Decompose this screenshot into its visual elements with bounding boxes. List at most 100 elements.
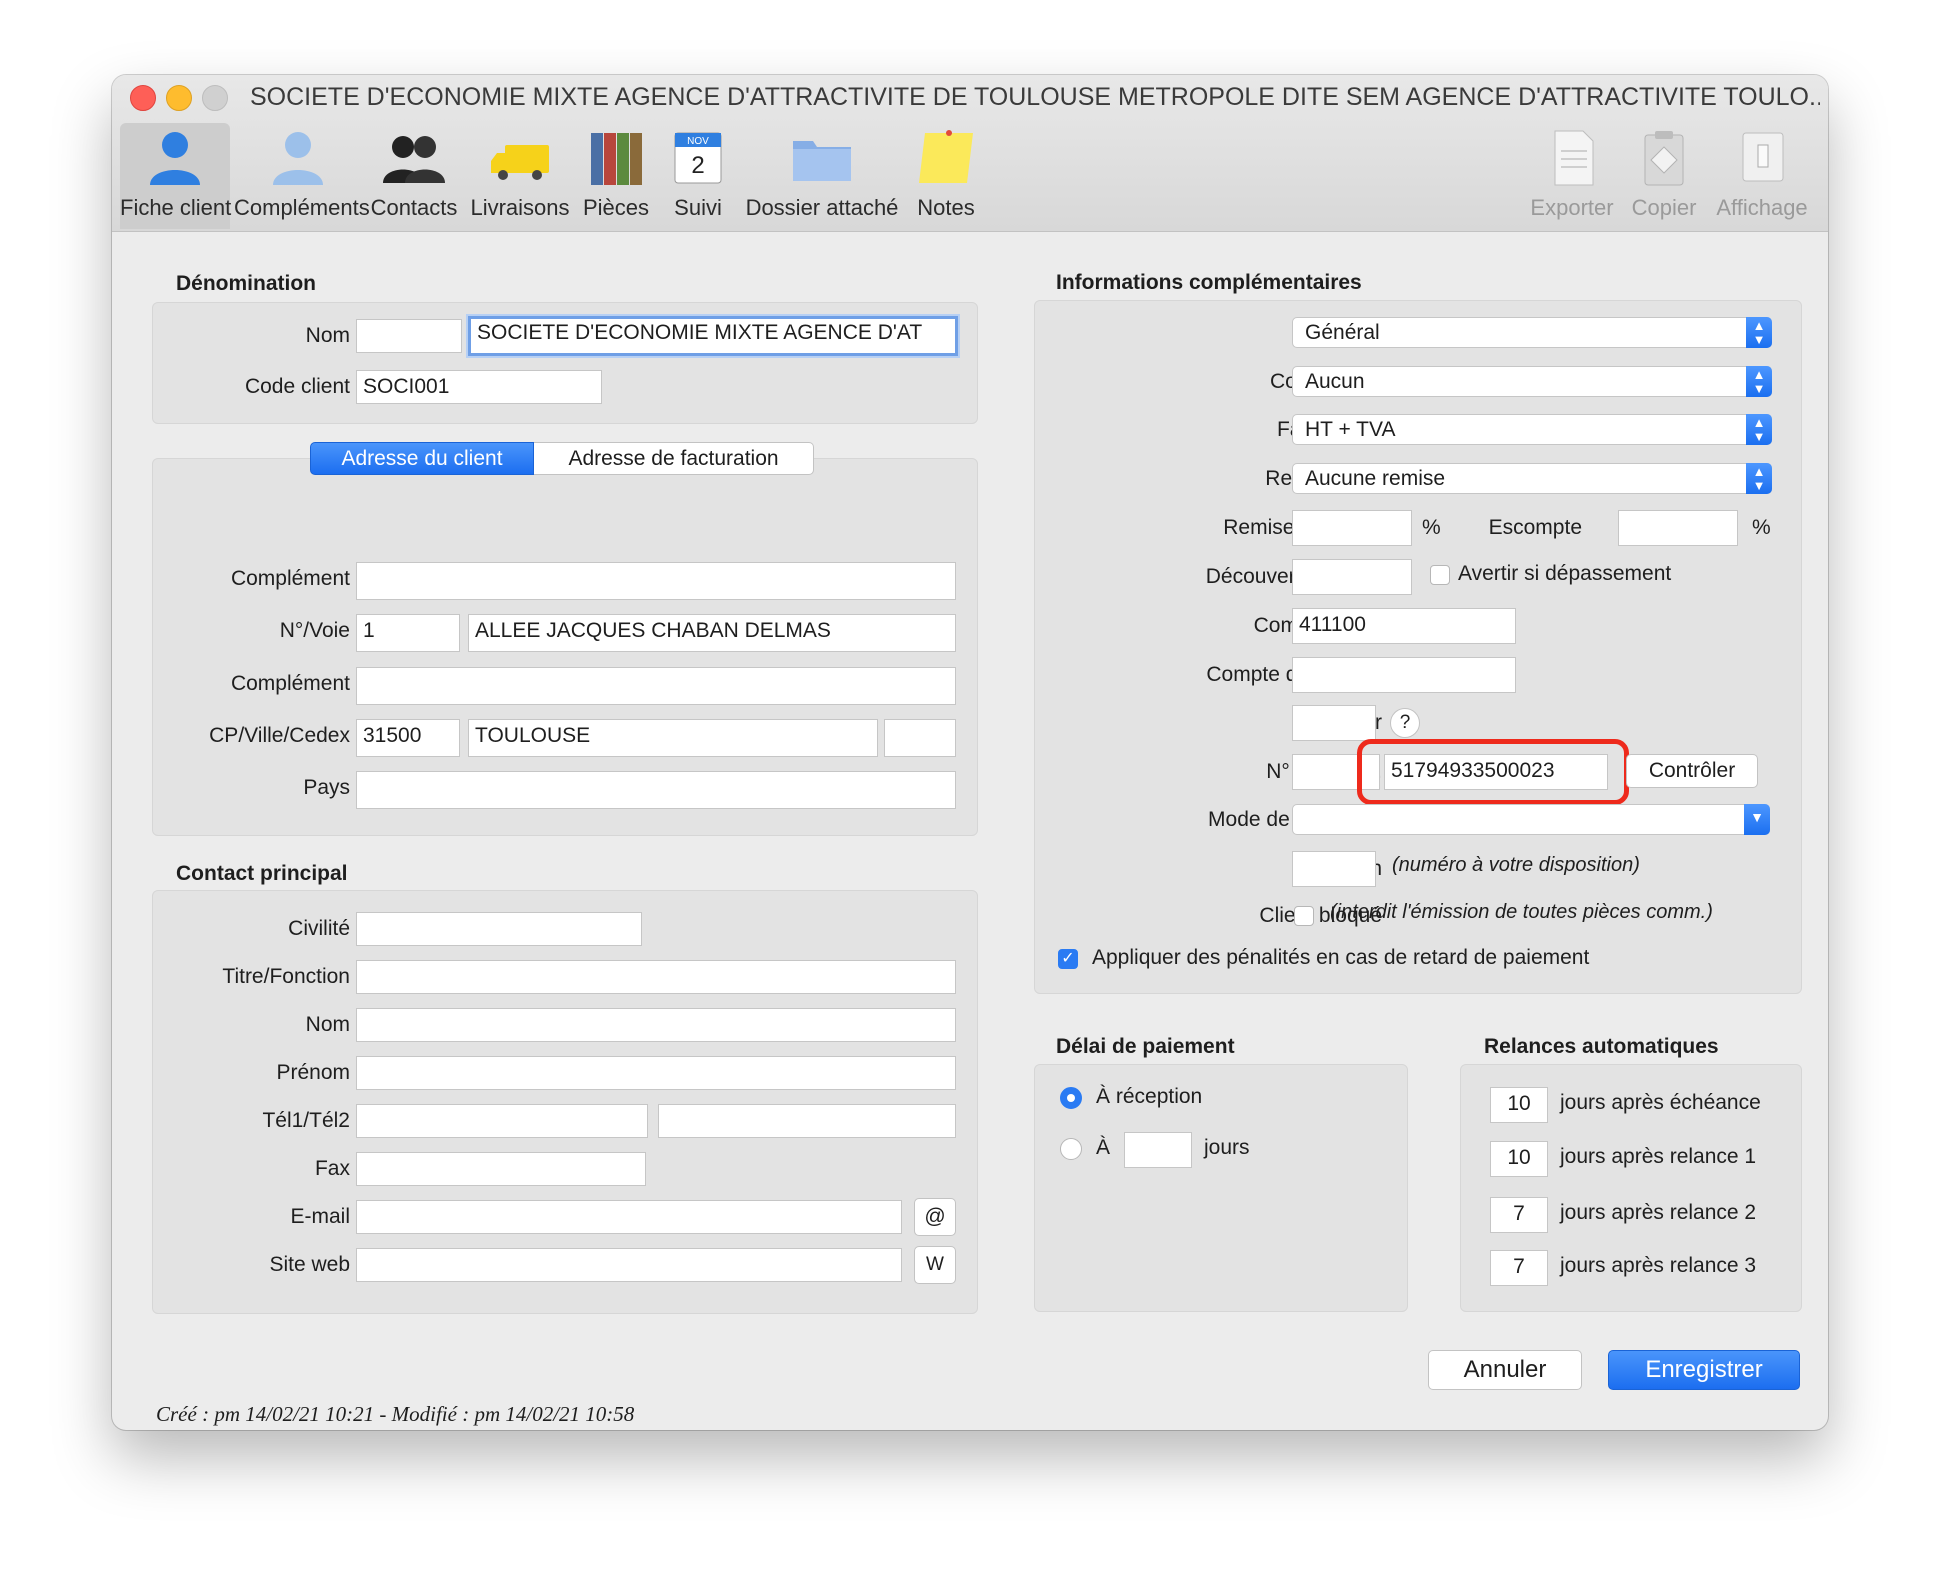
- close-window-button[interactable]: [130, 85, 156, 111]
- clipboard-icon: [1644, 131, 1684, 186]
- tel1-field[interactable]: [356, 1104, 648, 1138]
- titre-fonction-label: Titre/Fonction: [222, 965, 350, 988]
- toolbar-dossier-attache[interactable]: Dossier attaché: [742, 123, 902, 229]
- voie-label: N°/Voie: [279, 619, 350, 642]
- penalites-checkbox[interactable]: ✓: [1058, 949, 1078, 969]
- document-icon: [1554, 130, 1594, 186]
- relance-2-field[interactable]: 10: [1490, 1141, 1548, 1177]
- tab-adresse-client[interactable]: Adresse du client: [310, 442, 534, 475]
- site-web-button[interactable]: W: [914, 1246, 956, 1284]
- pays-label: Pays: [303, 776, 350, 799]
- window-title: SOCIETE D'ECONOMIE MIXTE AGENCE D'ATTRAC…: [250, 83, 1820, 111]
- jours-label: jours: [1204, 1136, 1250, 1159]
- delai-title: Délai de paiement: [1056, 1035, 1235, 1058]
- code-client-field[interactable]: SOCI001: [356, 370, 602, 404]
- contact-nom-label: Nom: [305, 1013, 350, 1036]
- minimize-window-button[interactable]: [166, 85, 192, 111]
- toolbar-contacts[interactable]: Contacts: [364, 123, 464, 229]
- toolbar-notes[interactable]: Notes: [902, 123, 990, 229]
- delai-group: [1034, 1064, 1408, 1312]
- decouvert-field[interactable]: [1292, 559, 1412, 595]
- nom-prefix-field[interactable]: [356, 319, 462, 353]
- fax-field[interactable]: [356, 1152, 646, 1186]
- relance-1-field[interactable]: 10: [1490, 1087, 1548, 1123]
- enregistrer-button[interactable]: Enregistrer: [1608, 1350, 1800, 1390]
- escompte-percent-label: %: [1752, 516, 1771, 539]
- chevron-down-icon: ▼: [1744, 804, 1770, 835]
- complement1-label: Complément: [230, 567, 350, 590]
- toolbar-suivi[interactable]: NOV 2 Suivi: [658, 123, 738, 229]
- compte-acompte-field[interactable]: [1292, 657, 1516, 693]
- numero-field[interactable]: 1: [356, 614, 460, 652]
- voie-field[interactable]: ALLEE JACQUES CHABAN DELMAS: [468, 614, 956, 652]
- denomination-title: Dénomination: [176, 272, 316, 295]
- marqueur-field[interactable]: [1292, 705, 1376, 741]
- controler-button[interactable]: Contrôler: [1626, 754, 1758, 788]
- categorie-select[interactable]: Général ▲ ▼: [1292, 317, 1772, 348]
- cedex-field[interactable]: [884, 719, 956, 757]
- code-client-label: Code client: [244, 375, 350, 398]
- toolbar-fiche-client[interactable]: Fiche client: [120, 123, 231, 229]
- client-window: SOCIETE D'ECONOMIE MIXTE AGENCE D'ATTRAC…: [112, 75, 1828, 1430]
- svg-text:NOV: NOV: [687, 136, 709, 147]
- commercial-select[interactable]: Aucun ▲ ▼: [1292, 366, 1772, 397]
- escompte-label: Escompte: [1488, 516, 1582, 539]
- tab-adresse-facturation[interactable]: Adresse de facturation: [534, 442, 814, 475]
- avertir-checkbox[interactable]: [1430, 565, 1450, 585]
- help-button[interactable]: ?: [1390, 708, 1420, 738]
- toolbar-affichage[interactable]: Affichage: [1706, 123, 1818, 229]
- nom-field[interactable]: SOCIETE D'ECONOMIE MIXTE AGENCE D'AT: [468, 316, 958, 356]
- jours-field[interactable]: [1124, 1132, 1192, 1168]
- select-arrows-icon: ▲ ▼: [1746, 414, 1772, 445]
- escompte-field[interactable]: [1618, 510, 1738, 546]
- prenom-label: Prénom: [276, 1061, 350, 1084]
- relance-4-field[interactable]: 7: [1490, 1250, 1548, 1286]
- relances-title: Relances automatiques: [1484, 1035, 1719, 1058]
- email-button[interactable]: @: [914, 1198, 956, 1236]
- notation-field[interactable]: [1292, 851, 1376, 887]
- tel-label: Tél1/Tél2: [262, 1109, 350, 1132]
- toolbar-livraisons[interactable]: Livraisons: [466, 123, 574, 229]
- prenom-field[interactable]: [356, 1056, 956, 1090]
- person-icon: [150, 132, 200, 185]
- binders-icon: [591, 133, 642, 185]
- person-faded-icon: [273, 132, 323, 185]
- cp-field[interactable]: 31500: [356, 719, 460, 757]
- remise-percent-label: %: [1422, 516, 1441, 539]
- infos-group: [1034, 300, 1802, 994]
- toolbar-copier[interactable]: Copier: [1624, 123, 1704, 229]
- a-jours-radio[interactable]: [1060, 1138, 1082, 1160]
- compte-client-field[interactable]: 411100: [1292, 608, 1516, 644]
- remise-generale-field[interactable]: [1292, 510, 1412, 546]
- complement2-field[interactable]: [356, 667, 956, 705]
- content-area: Dénomination Nom SOCIETE D'ECONOMIE MIXT…: [112, 232, 1828, 1430]
- facturation-select[interactable]: HT + TVA ▲ ▼: [1292, 414, 1772, 445]
- toolbar-complements[interactable]: Compléments: [234, 123, 370, 229]
- reception-radio[interactable]: [1060, 1087, 1082, 1109]
- toolbar-exporter[interactable]: Exporter: [1524, 123, 1620, 229]
- mode-paiement-select[interactable]: ▼: [1292, 804, 1770, 835]
- client-bloque-checkbox[interactable]: [1294, 906, 1314, 926]
- site-web-label: Site web: [269, 1253, 350, 1276]
- relance-3-field[interactable]: 7: [1490, 1197, 1548, 1233]
- folder-icon: [793, 141, 851, 181]
- toolbar-pieces[interactable]: Pièces: [576, 123, 656, 229]
- remise-type-select[interactable]: Aucune remise ▲ ▼: [1292, 463, 1772, 494]
- ville-field[interactable]: TOULOUSE: [468, 719, 878, 757]
- note-icon: [919, 130, 973, 183]
- pays-field[interactable]: [356, 771, 956, 809]
- civilite-field[interactable]: [356, 912, 642, 946]
- cpville-label: CP/Ville/Cedex: [209, 724, 350, 747]
- people-icon: [383, 136, 445, 183]
- complement1-field[interactable]: [356, 562, 956, 600]
- site-web-field[interactable]: [356, 1248, 902, 1282]
- avertir-label: Avertir si dépassement: [1458, 562, 1672, 585]
- titre-fonction-field[interactable]: [356, 960, 956, 994]
- contact-nom-field[interactable]: [356, 1008, 956, 1042]
- annuler-button[interactable]: Annuler: [1428, 1350, 1582, 1390]
- notation-note: (numéro à votre disposition): [1392, 854, 1640, 876]
- relance-4-label: jours après relance 3: [1560, 1254, 1757, 1277]
- tel2-field[interactable]: [658, 1104, 956, 1138]
- email-field[interactable]: [356, 1200, 902, 1234]
- zoom-window-button[interactable]: [202, 85, 228, 111]
